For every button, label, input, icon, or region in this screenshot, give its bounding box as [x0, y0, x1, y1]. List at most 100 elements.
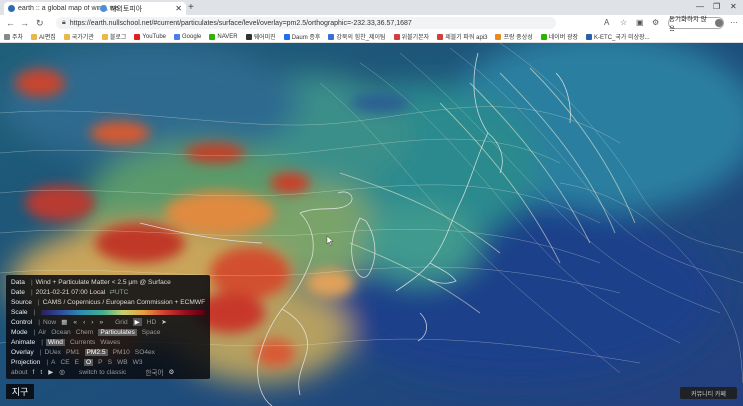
language-link[interactable]: 한국어 — [145, 367, 163, 377]
overlay-option-so4ex[interactable]: SO4ex — [135, 349, 155, 356]
forward-icon[interactable]: → — [20, 17, 29, 29]
bookmark-favicon-icon — [31, 33, 38, 40]
bookmark-item[interactable]: NAVER — [209, 33, 238, 40]
projection-option-wb[interactable]: WB — [117, 359, 128, 366]
bookmark-item[interactable]: 국가기관 — [63, 32, 94, 41]
play-icon[interactable]: ▶ — [132, 318, 142, 326]
bookmark-favicon-icon — [63, 33, 70, 40]
earth-menu-button[interactable]: 지구 — [6, 384, 34, 399]
youtube-icon[interactable]: ▶ — [48, 368, 53, 376]
tab-second[interactable]: 해외토피아 ✕ — [96, 2, 186, 15]
overlay-option-duex[interactable]: DUex — [44, 349, 61, 356]
back-icon[interactable]: ← — [6, 17, 15, 29]
animate-option-wind[interactable]: Wind — [45, 338, 65, 346]
mode-option-particulates[interactable]: Particulates — [98, 328, 137, 336]
grid-toggle[interactable]: Grid — [115, 319, 127, 326]
color-scale-bar[interactable] — [41, 309, 205, 315]
animate-option-currents[interactable]: Currents — [70, 339, 95, 346]
address-bar: ← → ↻ 🔒︎ https://earth.nullschool.net/#c… — [0, 15, 743, 33]
bookmark-label: Google — [182, 33, 202, 40]
location-icon[interactable]: ➤ — [161, 318, 167, 326]
bookmark-favicon-icon — [245, 33, 252, 40]
now-button[interactable]: Now — [43, 319, 56, 326]
more-menu-icon[interactable]: ⋯ — [730, 18, 738, 28]
reload-icon[interactable]: ↻ — [36, 17, 44, 29]
maximize-icon[interactable]: ❐ — [713, 2, 720, 11]
bookmark-item[interactable]: 네이버 광장 — [540, 32, 578, 41]
mode-option-air[interactable]: Air — [38, 329, 46, 336]
utc-toggle[interactable]: ⇄UTC — [109, 288, 128, 296]
bookmark-favicon-icon — [586, 33, 593, 40]
collections-icon[interactable]: ▣ — [636, 18, 644, 28]
projection-option-e[interactable]: E — [75, 359, 79, 366]
bookmark-item[interactable]: Google — [174, 33, 202, 40]
bookmark-favicon-icon — [540, 33, 547, 40]
bookmark-favicon-icon — [393, 33, 400, 40]
hd-toggle[interactable]: HD — [147, 319, 157, 326]
close-window-icon[interactable]: ✕ — [730, 2, 737, 11]
projection-option-a[interactable]: A — [51, 359, 55, 366]
projection-option-p[interactable]: P — [98, 359, 102, 366]
footer-row: about f t ▶ ◎ switch to classic 한국어 ⚙ — [11, 367, 205, 378]
overlay-option-pm2-5[interactable]: PM2.5 — [84, 348, 108, 356]
date-row: Date | 2021-02-21 07:00 Local ⇄UTC — [11, 288, 129, 297]
new-tab-button[interactable]: + — [188, 2, 194, 13]
overlay-option-pm10[interactable]: PM10 — [113, 349, 130, 356]
extensions-icon[interactable]: ⚙ — [652, 18, 659, 28]
step-back-icon[interactable]: ‹ — [83, 319, 85, 326]
switch-classic-link[interactable]: switch to classic — [79, 369, 126, 376]
overlay-row: Overlay | DUex PM1 PM2.5 PM10 SO4ex — [11, 347, 205, 357]
bookmark-label: 강북의 힘찬_제이팀 — [336, 35, 386, 41]
animate-option-waves[interactable]: Waves — [100, 339, 120, 346]
projection-option-s[interactable]: S — [108, 359, 112, 366]
bookmark-item[interactable]: YouTube — [134, 33, 166, 40]
mode-options: Air Ocean Chem Particulates Space — [38, 328, 165, 336]
minimize-icon[interactable]: — — [696, 2, 704, 11]
projection-option-w3[interactable]: W3 — [133, 359, 143, 366]
bookmark-item[interactable]: K-ETC_국가 미상장... — [586, 32, 650, 41]
bookmark-favicon-icon — [134, 33, 141, 40]
bookmark-item[interactable]: 강북의 힘찬_제이팀 — [328, 32, 386, 41]
scale-row: Scale | — [11, 307, 205, 317]
bookmark-item[interactable]: 블로그 — [101, 32, 126, 41]
date-value[interactable]: 2021-02-21 07:00 Local — [36, 289, 106, 296]
step-forward-icon[interactable]: › — [91, 319, 93, 326]
instagram-icon[interactable]: ◎ — [59, 368, 65, 376]
projection-option-ce[interactable]: CE — [60, 359, 69, 366]
bookmark-item[interactable]: 제블기 파워 api3 — [437, 32, 487, 41]
step-forward-day-icon[interactable]: » — [100, 319, 104, 326]
bookmark-item[interactable]: 주차 — [4, 32, 23, 41]
bookmark-item[interactable]: 위블기본자 — [393, 32, 429, 41]
mode-option-space[interactable]: Space — [142, 329, 161, 336]
twitter-icon[interactable]: t — [40, 369, 42, 376]
community-notification[interactable]: 커뮤니티 카페 — [680, 387, 737, 399]
bookmark-label: NAVER — [217, 33, 238, 40]
bookmark-label: YouTube — [142, 33, 166, 40]
close-tab-icon[interactable]: ✕ — [175, 4, 182, 13]
mode-option-chem[interactable]: Chem — [76, 329, 94, 336]
bookmark-label: 국가기관 — [71, 35, 94, 41]
step-back-day-icon[interactable]: « — [73, 319, 77, 326]
url-input[interactable]: 🔒︎ https://earth.nullschool.net/#current… — [56, 17, 556, 29]
bookmark-favicon-icon — [328, 33, 335, 40]
source-value: CAMS / Copernicus / European Commission … — [42, 298, 206, 306]
site-favicon-icon — [100, 5, 107, 12]
projection-option-o[interactable]: O — [84, 358, 94, 366]
calendar-icon[interactable]: ▦ — [61, 318, 67, 326]
settings-gear-icon[interactable]: ⚙ — [169, 368, 175, 376]
bookmark-item[interactable]: AI편집 — [31, 32, 56, 41]
bookmark-item[interactable]: 프랑 중상성 — [495, 32, 533, 41]
bookmark-item[interactable]: 웨어미진 — [245, 32, 276, 41]
overlay-option-pm1[interactable]: PM1 — [66, 349, 80, 356]
mode-option-ocean[interactable]: Ocean — [51, 329, 70, 336]
bookmark-favicon-icon — [4, 33, 10, 40]
bookmark-label: 제블기 파워 api3 — [445, 35, 488, 41]
about-link[interactable]: about — [11, 369, 28, 376]
facebook-icon[interactable]: f — [33, 369, 35, 376]
favorite-star-icon[interactable]: ☆ — [620, 18, 627, 28]
bookmark-item[interactable]: Daum 증후 — [283, 32, 320, 41]
bookmarks-bar: 주차 AI편집 국가기관 블로그 YouTube Google NAVER 웨어미진 Daum … — [0, 31, 743, 43]
sync-profile-button[interactable]: 동기화하지 않음 — [668, 16, 724, 33]
lock-icon: 🔒︎ — [62, 19, 66, 26]
read-aloud-icon[interactable]: A — [604, 18, 609, 28]
